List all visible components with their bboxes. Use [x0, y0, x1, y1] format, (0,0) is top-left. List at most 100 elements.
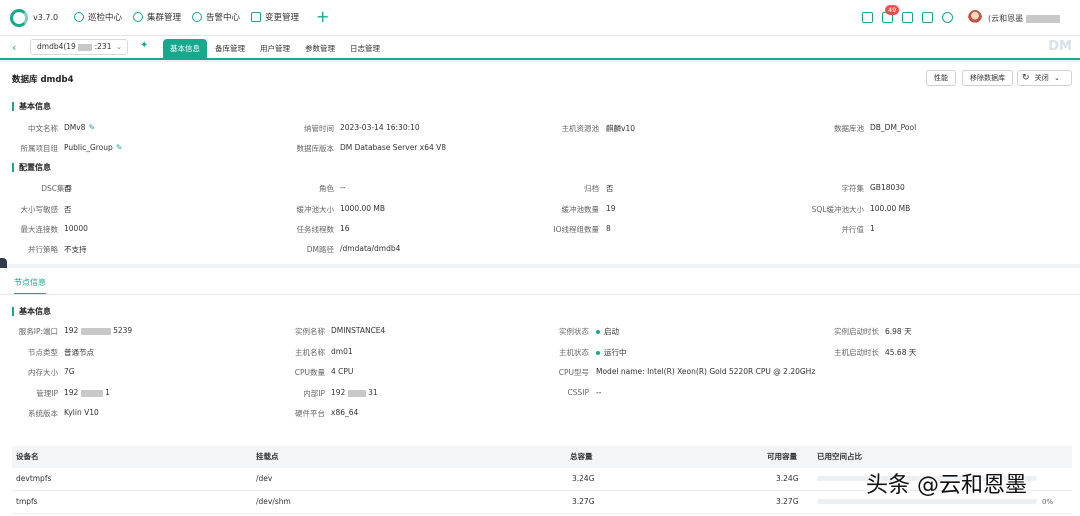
- redacted-text: [78, 43, 93, 51]
- field-label: 系统版本: [28, 409, 58, 418]
- redacted-text: [1025, 14, 1060, 23]
- top-bar: v3.7.0 巡检中心 集群管理 告警中心 变更管理 + 49 (云和恩墨: [0, 0, 1080, 36]
- field-label: CSSIP: [567, 388, 590, 397]
- nav-change-label: 变更管理: [265, 13, 300, 23]
- field-value: 10000: [64, 224, 88, 233]
- field-label: IO线程组数量: [553, 225, 599, 234]
- edit-pencil-icon[interactable]: ✎: [116, 143, 123, 152]
- field-value: Public_Group ✎: [64, 143, 122, 152]
- cell-mount: /dev: [256, 474, 273, 483]
- field-value: --: [596, 388, 602, 397]
- database-select-value: dmdb4(19: [37, 42, 76, 51]
- app-version: v3.7.0: [33, 13, 59, 22]
- field-label: 缓冲池大小: [296, 205, 335, 214]
- nav-inspect[interactable]: 巡检中心: [74, 11, 122, 23]
- back-arrow-icon[interactable]: ‹: [12, 41, 16, 54]
- field-label: 中文名称: [28, 124, 58, 133]
- close-button-label: 关闭: [1034, 74, 1049, 82]
- column-header: 设备名: [16, 452, 39, 461]
- redacted-text: [347, 389, 366, 397]
- field-value: Model name: Intel(R) Xeon(R) Gold 5220R …: [596, 367, 816, 376]
- nav-change[interactable]: 变更管理: [251, 11, 299, 23]
- field-label: SQL缓冲池大小: [811, 205, 864, 214]
- field-value: 1000.00 MB: [340, 204, 386, 213]
- nav-inspect-label: 巡检中心: [88, 13, 123, 23]
- field-label: CPU数量: [294, 368, 325, 377]
- field-label: 大小写敏感: [20, 205, 59, 214]
- field-value: 启动: [596, 326, 619, 337]
- field-label: 并行策略: [28, 245, 58, 254]
- redacted-text: [80, 327, 111, 335]
- cell-total: 3.27G: [572, 497, 595, 506]
- field-value: 19: [606, 204, 616, 213]
- close-button[interactable]: ↻ 关闭 ⌄: [1017, 70, 1072, 86]
- field-value: Kylin V10: [64, 408, 99, 417]
- avatar[interactable]: [968, 10, 982, 26]
- field-label: 纳管时间: [304, 124, 334, 133]
- remove-db-button[interactable]: 移除数据库: [962, 70, 1013, 86]
- add-icon[interactable]: +: [316, 7, 329, 27]
- column-header: 已用空间占比: [817, 452, 862, 461]
- tab-basic-info[interactable]: 基本信息: [163, 39, 207, 60]
- field-value: DB_DM_Pool: [870, 123, 917, 132]
- column-header: 可用容量: [767, 452, 797, 461]
- usage-bar: [817, 499, 1037, 504]
- database-select[interactable]: dmdb4(19 :231 ⌄: [30, 39, 128, 55]
- notification-badge: 49: [885, 5, 900, 15]
- document-icon[interactable]: [862, 12, 873, 23]
- field-value: --: [340, 183, 346, 192]
- nav-cluster[interactable]: 集群管理: [133, 11, 181, 23]
- tab-logs[interactable]: 日志管理: [343, 39, 387, 60]
- field-value: 192 5239: [64, 326, 132, 335]
- field-label: 服务IP:端口: [18, 327, 58, 336]
- tab-users[interactable]: 用户管理: [253, 39, 297, 60]
- field-value: 16: [340, 224, 350, 233]
- status-dot-icon: [596, 330, 600, 334]
- user-menu[interactable]: (云和恩墨: [988, 13, 1060, 24]
- field-value: 100.00 MB: [870, 204, 911, 213]
- perf-button[interactable]: 性能: [926, 70, 956, 86]
- status-dot-icon: [596, 351, 600, 355]
- field-value: DMINSTANCE4: [331, 326, 386, 335]
- field-label: 最大连接数: [20, 225, 59, 234]
- field-value: 否: [606, 184, 614, 193]
- nav-alarm[interactable]: 告警中心: [192, 11, 240, 23]
- field-label: 硬件平台: [295, 409, 325, 418]
- chinese-name-value: DMv8: [64, 123, 86, 132]
- field-label: 角色: [319, 184, 334, 193]
- redacted-text: [80, 389, 103, 397]
- tab-standby[interactable]: 备库管理: [208, 39, 252, 60]
- field-label: DSC集群: [41, 184, 72, 193]
- field-label: 归档: [584, 184, 599, 193]
- field-label: 实例名称: [295, 327, 325, 336]
- field-value: DMv8 ✎: [64, 123, 95, 132]
- username-label: (云和恩墨: [988, 14, 1024, 23]
- field-label: 主机状态: [559, 348, 589, 357]
- change-icon: [251, 12, 261, 22]
- inspect-icon: [74, 12, 84, 22]
- topology-icon[interactable]: ✦: [140, 41, 150, 51]
- field-label: 任务线程数: [296, 225, 335, 234]
- field-label: 主机启动时长: [834, 348, 879, 357]
- monitor-icon[interactable]: [922, 12, 933, 23]
- project-group-value: Public_Group: [64, 143, 113, 152]
- section-title-node-basic: 基本信息: [12, 307, 51, 316]
- tab-node-info[interactable]: 节点信息: [14, 277, 46, 295]
- mgmt-ip-value: 192: [64, 388, 79, 397]
- table-header: 设备名 挂载点 总容量 可用容量 已用空间占比: [12, 446, 1072, 468]
- divider: [0, 294, 1080, 295]
- gear-icon[interactable]: [942, 12, 953, 23]
- field-label: 字符集: [841, 184, 865, 193]
- mgmt-ip-suffix: 1: [105, 388, 110, 397]
- edit-pencil-icon[interactable]: ✎: [88, 123, 95, 132]
- field-label: CPU型号: [558, 368, 589, 377]
- app-logo-icon[interactable]: [10, 9, 28, 27]
- field-value: 192 31: [331, 388, 378, 397]
- page-title: 数据库 dmdb4: [12, 75, 74, 85]
- tab-params[interactable]: 参数管理: [298, 39, 342, 60]
- field-value: 4 CPU: [331, 367, 354, 376]
- field-label: 内部IP: [303, 389, 325, 398]
- field-label: 缓冲池数量: [561, 205, 600, 214]
- field-value: DM Database Server x64 V8: [340, 143, 447, 152]
- calendar-icon[interactable]: [902, 12, 913, 23]
